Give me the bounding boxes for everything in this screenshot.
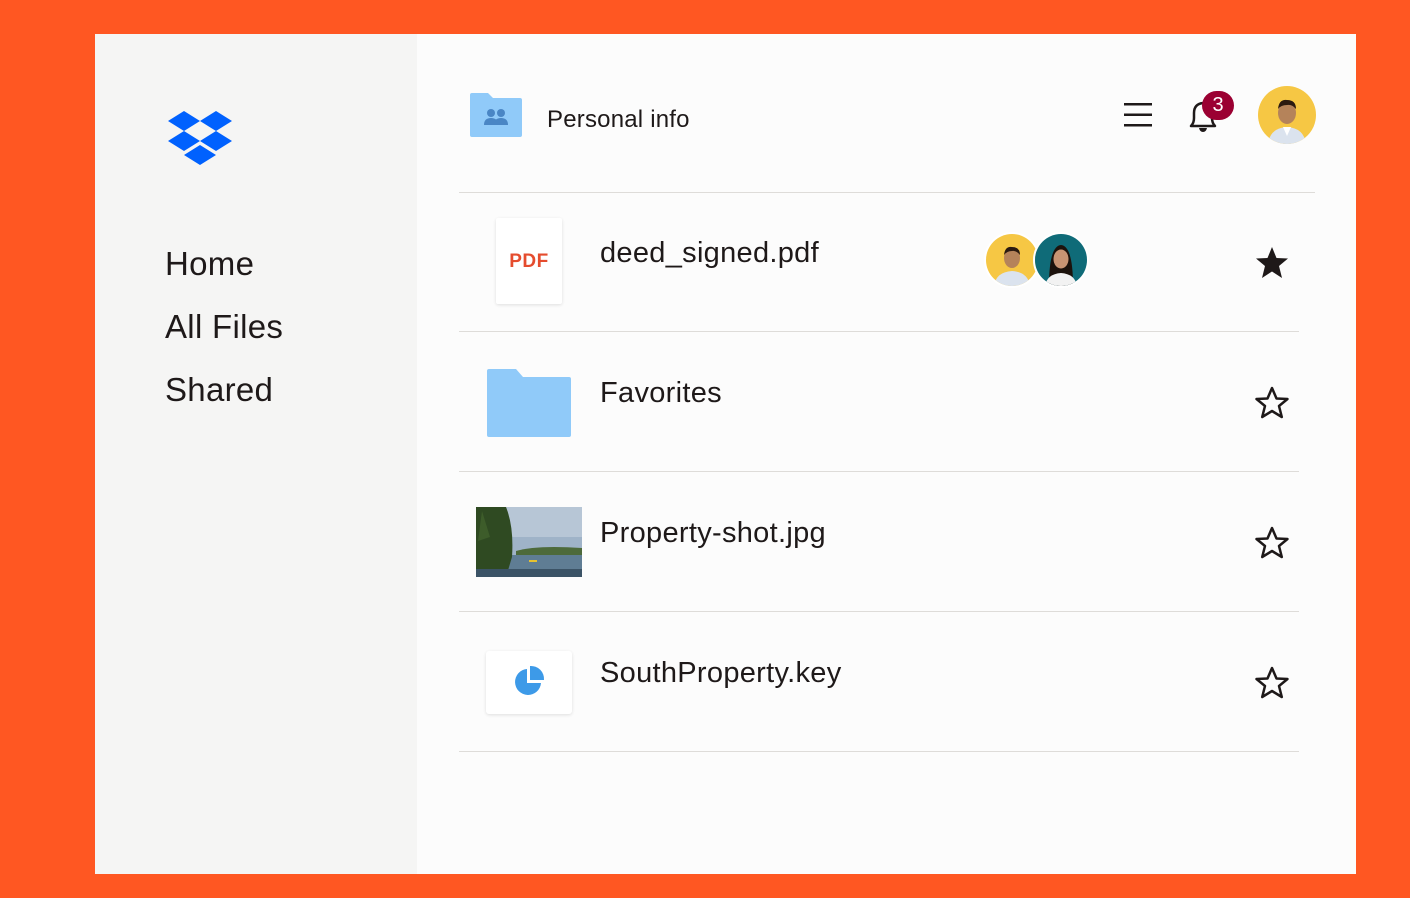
sidebar-nav: Home All Files Shared bbox=[165, 242, 283, 431]
main-content: Personal info 3 PDF deed_signed.pdf Favo… bbox=[417, 34, 1356, 874]
avatar-man-icon bbox=[1258, 86, 1316, 144]
star-outline-icon[interactable] bbox=[1254, 385, 1290, 421]
folder-icon bbox=[487, 369, 571, 437]
avatar-man-icon bbox=[986, 234, 1038, 286]
shared-with-avatars[interactable] bbox=[984, 232, 1094, 290]
file-name[interactable]: Property-shot.jpg bbox=[600, 517, 826, 550]
file-row[interactable]: SouthProperty.key bbox=[459, 612, 1299, 752]
avatar bbox=[984, 232, 1040, 288]
image-thumbnail bbox=[476, 507, 582, 577]
app-window: Home All Files Shared Personal info 3 PD… bbox=[95, 34, 1356, 874]
page-title: Personal info bbox=[547, 106, 690, 133]
file-row[interactable]: Property-shot.jpg bbox=[459, 472, 1299, 612]
shared-folder-icon bbox=[470, 93, 522, 137]
hamburger-menu-icon[interactable] bbox=[1123, 100, 1153, 130]
header: Personal info 3 bbox=[459, 34, 1316, 193]
star-filled-icon[interactable] bbox=[1254, 245, 1290, 281]
nav-item-all-files[interactable]: All Files bbox=[165, 305, 283, 368]
nav-item-shared[interactable]: Shared bbox=[165, 368, 283, 431]
dropbox-logo-icon[interactable] bbox=[167, 111, 233, 167]
user-avatar[interactable] bbox=[1258, 86, 1316, 144]
avatar-woman-icon bbox=[1035, 234, 1087, 286]
star-outline-icon[interactable] bbox=[1254, 525, 1290, 561]
star-outline-icon[interactable] bbox=[1254, 665, 1290, 701]
sidebar: Home All Files Shared bbox=[95, 34, 417, 874]
avatar bbox=[1033, 232, 1089, 288]
nav-item-home[interactable]: Home bbox=[165, 242, 283, 305]
notification-badge: 3 bbox=[1202, 91, 1234, 120]
keynote-file-icon bbox=[486, 651, 572, 714]
file-name[interactable]: deed_signed.pdf bbox=[600, 237, 819, 270]
file-row[interactable]: Favorites bbox=[459, 332, 1299, 472]
file-name[interactable]: Favorites bbox=[600, 377, 722, 410]
pdf-type-label: PDF bbox=[509, 251, 549, 272]
file-row[interactable]: PDF deed_signed.pdf bbox=[459, 192, 1299, 332]
keynote-pie-icon bbox=[515, 665, 545, 695]
pdf-file-icon: PDF bbox=[496, 218, 562, 304]
file-name[interactable]: SouthProperty.key bbox=[600, 657, 842, 690]
